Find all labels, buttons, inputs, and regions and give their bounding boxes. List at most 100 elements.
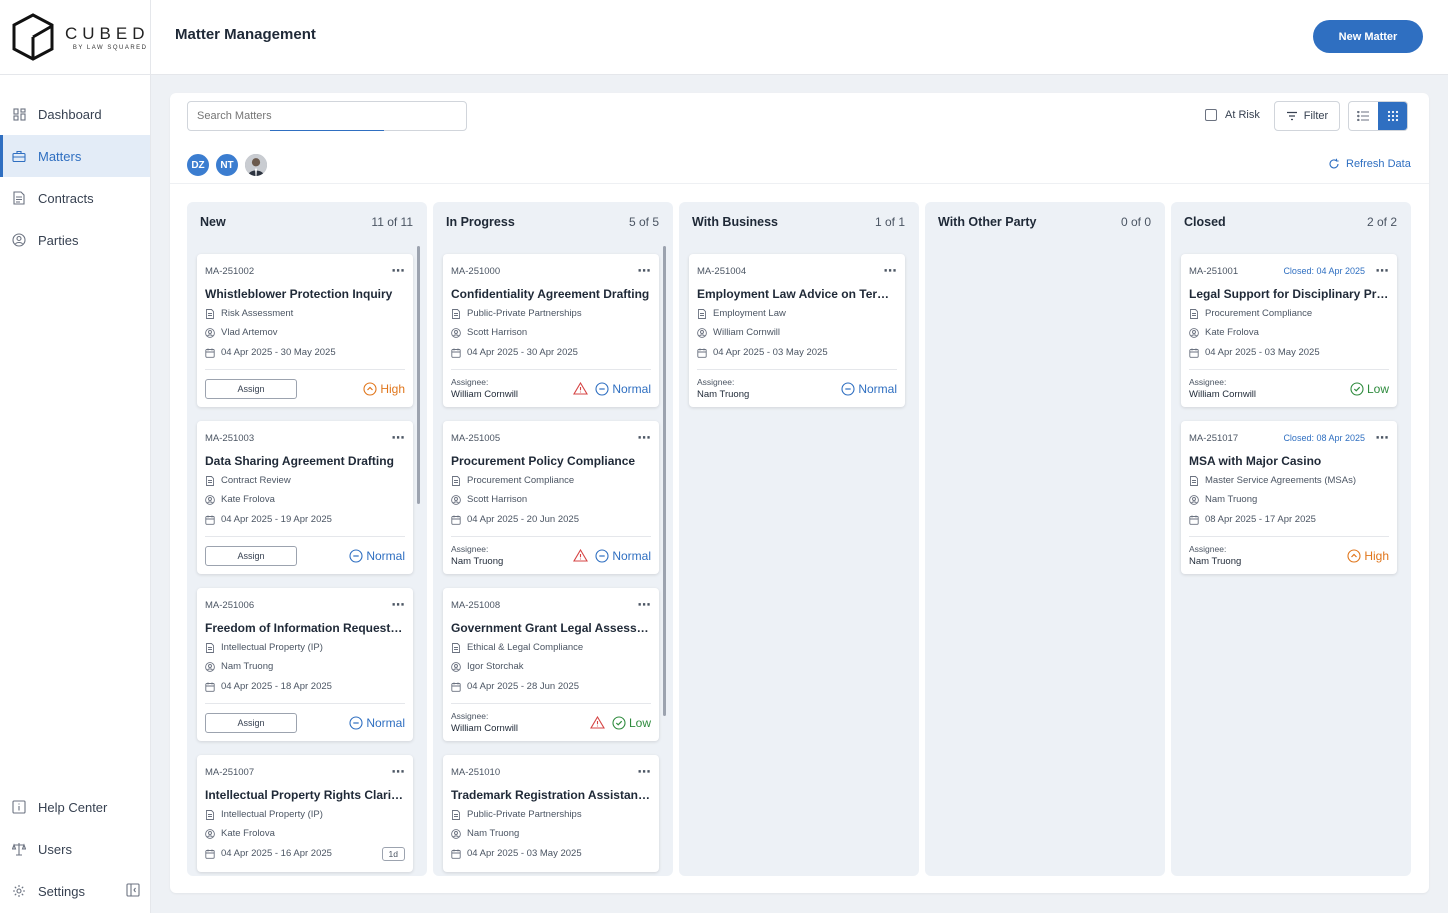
matter-card[interactable]: MA-251017 Closed: 08 Apr 2025 ⋯ MSA with Ma…	[1181, 421, 1397, 574]
category-text: Employment Law	[713, 308, 786, 319]
matter-card[interactable]: MA-251005 ⋯ Procurement Policy Compliance P…	[443, 421, 659, 574]
avatar-photo[interactable]	[244, 153, 268, 177]
sidebar-item-users[interactable]: Users	[0, 828, 150, 870]
sidebar-item-contracts[interactable]: Contracts	[0, 177, 150, 219]
priority-label: Normal	[612, 381, 651, 396]
more-options-icon[interactable]: ⋯	[637, 765, 651, 778]
column-scrollbar[interactable]	[663, 246, 666, 716]
matter-id: MA-251001	[1189, 265, 1239, 277]
matter-title[interactable]: Employment Law Advice on Termin...	[697, 287, 897, 301]
matter-title[interactable]: Freedom of Information Request Re...	[205, 621, 405, 635]
card-header: MA-251002 ⋯	[205, 264, 405, 278]
logo[interactable]: CUBED BY LAW SQUARED	[0, 0, 150, 75]
card-header-right: Closed: 08 Apr 2025 ⋯	[1283, 431, 1389, 444]
priority-high-icon	[1347, 548, 1361, 563]
column-scrollbar[interactable]	[417, 246, 420, 504]
more-options-icon[interactable]: ⋯	[1375, 264, 1389, 277]
card-header-right: ⋯	[391, 264, 405, 277]
board-view-icon[interactable]	[1378, 102, 1407, 130]
date-range: 04 Apr 2025 - 30 May 2025	[221, 347, 336, 358]
assign-button[interactable]: Assign	[205, 545, 297, 566]
sidebar-item-label: Settings	[38, 883, 85, 899]
more-options-icon[interactable]: ⋯	[391, 431, 405, 444]
matter-title[interactable]: Legal Support for Disciplinary Proc...	[1189, 287, 1389, 301]
matter-title[interactable]: MSA with Major Casino	[1189, 454, 1389, 468]
card-header-right: ⋯	[637, 598, 651, 611]
matter-requester: Kate Frolova	[205, 493, 405, 506]
requester-name: Nam Truong	[467, 828, 520, 839]
card-footer: Assign High	[205, 369, 405, 407]
card-header-right: Closed: 04 Apr 2025 ⋯	[1283, 264, 1389, 277]
matter-requester: Scott Harrison	[451, 493, 651, 506]
matter-title[interactable]: Procurement Policy Compliance	[451, 454, 651, 468]
collapse-sidebar-icon[interactable]	[126, 883, 140, 897]
matter-card[interactable]: MA-251008 ⋯ Government Grant Legal Assessm…	[443, 588, 659, 741]
filter-button[interactable]: Filter	[1274, 101, 1340, 131]
search-input[interactable]	[187, 101, 467, 131]
matter-category: Master Service Agreements (MSAs)	[1189, 474, 1389, 487]
sidebar-item-parties[interactable]: Parties	[0, 219, 150, 261]
more-options-icon[interactable]: ⋯	[637, 264, 651, 277]
more-options-icon[interactable]: ⋯	[1375, 431, 1389, 444]
matter-dates: 04 Apr 2025 - 03 May 2025	[1189, 346, 1389, 359]
matter-card[interactable]: MA-251000 ⋯ Confidentiality Agreement Draf…	[443, 254, 659, 407]
matter-title[interactable]: Government Grant Legal Assessment	[451, 621, 651, 635]
matter-card[interactable]: MA-251006 ⋯ Freedom of Information Request…	[197, 588, 413, 741]
user-circle-icon	[451, 828, 461, 839]
more-options-icon[interactable]: ⋯	[637, 598, 651, 611]
more-options-icon[interactable]: ⋯	[883, 264, 897, 277]
matter-card[interactable]: MA-251010 ⋯ Trademark Registration Assista…	[443, 755, 659, 872]
matter-card[interactable]: MA-251002 ⋯ Whistleblower Protection Inqui…	[197, 254, 413, 407]
card-footer: Assignee: William Cornwill Low	[451, 703, 651, 741]
more-options-icon[interactable]: ⋯	[391, 765, 405, 778]
category-text: Ethical & Legal Compliance	[467, 642, 584, 653]
calendar-icon	[451, 849, 461, 859]
assign-button[interactable]: Assign	[205, 712, 297, 733]
priority-indicator: High	[363, 382, 405, 396]
sidebar-item-matters[interactable]: Matters	[0, 135, 150, 177]
matter-card[interactable]: MA-251004 ⋯ Employment Law Advice on Termi…	[689, 254, 905, 407]
date-range: 04 Apr 2025 - 03 May 2025	[713, 347, 828, 358]
page-title: Matter Management	[175, 26, 316, 43]
user-circle-icon	[205, 661, 215, 672]
more-options-icon[interactable]: ⋯	[637, 431, 651, 444]
list-view-icon[interactable]	[1349, 102, 1378, 130]
matter-card[interactable]: MA-251001 Closed: 04 Apr 2025 ⋯ Legal Suppo…	[1181, 254, 1397, 407]
card-footer: Assignee: Nam Truong High	[1189, 536, 1389, 574]
column-header: New 11 of 11	[187, 202, 427, 242]
sidebar-item-help-center[interactable]: Help Center	[0, 786, 150, 828]
matter-title[interactable]: Data Sharing Agreement Drafting	[205, 454, 405, 468]
at-risk-warning-icon	[573, 549, 591, 562]
matter-title[interactable]: Whistleblower Protection Inquiry	[205, 287, 405, 301]
column-header: With Other Party 0 of 0	[925, 202, 1165, 242]
more-options-icon[interactable]: ⋯	[391, 598, 405, 611]
matter-dates: 08 Apr 2025 - 17 Apr 2025	[1189, 513, 1389, 526]
assign-button[interactable]: Assign	[205, 378, 297, 399]
date-range: 04 Apr 2025 - 18 Apr 2025	[221, 681, 332, 692]
search-focus-indicator	[270, 130, 384, 131]
matter-card[interactable]: MA-251007 ⋯ Intellectual Property Rights C…	[197, 755, 413, 872]
priority-low-icon	[612, 715, 626, 730]
matter-card[interactable]: MA-251003 ⋯ Data Sharing Agreement Draftin…	[197, 421, 413, 574]
sidebar-item-dashboard[interactable]: Dashboard	[0, 93, 150, 135]
matter-dates: 04 Apr 2025 - 03 May 2025	[451, 847, 651, 860]
avatar[interactable]: NT	[215, 153, 239, 177]
date-range: 04 Apr 2025 - 30 Apr 2025	[467, 347, 578, 358]
matter-title[interactable]: Trademark Registration Assistance	[451, 788, 651, 802]
column-title: With Other Party	[938, 215, 1037, 229]
matter-title[interactable]: Intellectual Property Rights Clarific...	[205, 788, 405, 802]
more-options-icon[interactable]: ⋯	[391, 264, 405, 277]
sidebar-item-label: Parties	[38, 232, 79, 248]
avatar[interactable]: DZ	[186, 153, 210, 177]
refresh-data-button[interactable]: Refresh Data	[1328, 158, 1411, 170]
new-matter-button[interactable]: New Matter	[1313, 20, 1423, 53]
date-range: 04 Apr 2025 - 20 Jun 2025	[467, 514, 579, 525]
category-text: Intellectual Property (IP)	[221, 809, 323, 820]
at-risk-checkbox[interactable]: At Risk	[1205, 109, 1260, 121]
assignee-block: Assignee: William Cornwill	[451, 377, 518, 400]
matter-requester: William Cornwill	[697, 326, 897, 339]
matter-requester: Scott Harrison	[451, 326, 651, 339]
checkbox-icon[interactable]	[1205, 109, 1217, 121]
matter-title[interactable]: Confidentiality Agreement Drafting	[451, 287, 651, 301]
divider	[170, 183, 1429, 184]
